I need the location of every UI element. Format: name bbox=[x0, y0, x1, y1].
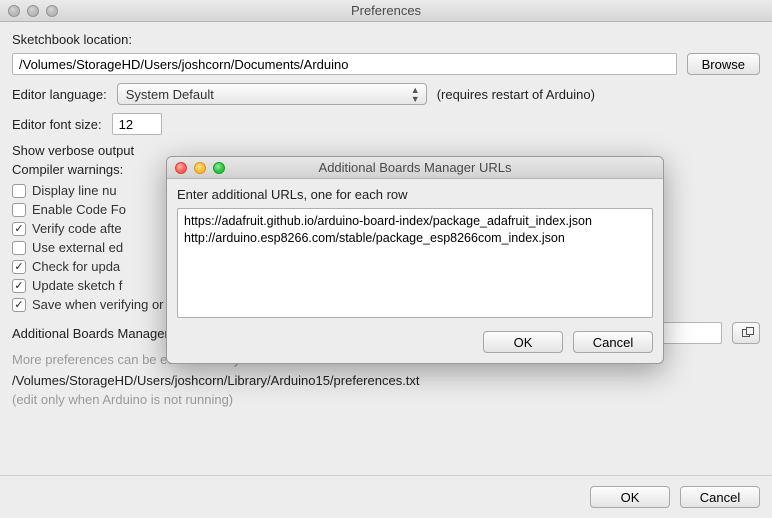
dialog-cancel-button[interactable]: Cancel bbox=[573, 331, 653, 353]
sketchbook-label: Sketchbook location: bbox=[12, 32, 760, 47]
boards-urls-expand-button[interactable] bbox=[732, 322, 760, 344]
window-titlebar: Preferences bbox=[0, 0, 772, 22]
main-footer: OK Cancel bbox=[0, 475, 772, 518]
dialog-instruction: Enter additional URLs, one for each row bbox=[177, 187, 653, 202]
dialog-title: Additional Boards Manager URLs bbox=[167, 160, 663, 175]
editor-font-size-input[interactable] bbox=[112, 113, 162, 135]
save-on-verify-checkbox[interactable] bbox=[12, 298, 26, 312]
cancel-button[interactable]: Cancel bbox=[680, 486, 760, 508]
additional-urls-textarea[interactable] bbox=[177, 208, 653, 318]
display-line-numbers-checkbox[interactable] bbox=[12, 184, 26, 198]
display-line-numbers-label: Display line nu bbox=[32, 183, 117, 198]
prefs-file-path: /Volumes/StorageHD/Users/joshcorn/Librar… bbox=[12, 373, 760, 388]
update-sketch-checkbox[interactable] bbox=[12, 279, 26, 293]
check-updates-checkbox[interactable] bbox=[12, 260, 26, 274]
editor-language-value: System Default bbox=[126, 87, 214, 102]
ok-button[interactable]: OK bbox=[590, 486, 670, 508]
dialog-titlebar: Additional Boards Manager URLs bbox=[167, 157, 663, 179]
sketchbook-path-input[interactable] bbox=[12, 53, 677, 75]
select-arrows-icon: ▲▼ bbox=[411, 86, 420, 104]
check-updates-label: Check for upda bbox=[32, 259, 120, 274]
verify-code-checkbox[interactable] bbox=[12, 222, 26, 236]
language-restart-hint: (requires restart of Arduino) bbox=[437, 87, 595, 102]
enable-code-folding-checkbox[interactable] bbox=[12, 203, 26, 217]
browse-button[interactable]: Browse bbox=[687, 53, 760, 75]
external-editor-label: Use external ed bbox=[32, 240, 123, 255]
editor-language-label: Editor language: bbox=[12, 87, 107, 102]
verify-code-label: Verify code afte bbox=[32, 221, 122, 236]
editor-font-size-label: Editor font size: bbox=[12, 117, 102, 132]
editor-language-select[interactable]: System Default ▲▼ bbox=[117, 83, 427, 105]
edit-only-hint: (edit only when Arduino is not running) bbox=[12, 392, 760, 407]
window-title: Preferences bbox=[0, 3, 772, 18]
compiler-warnings-label: Compiler warnings: bbox=[12, 162, 123, 177]
expand-icon bbox=[742, 329, 750, 337]
additional-urls-dialog: Additional Boards Manager URLs Enter add… bbox=[166, 156, 664, 364]
update-sketch-label: Update sketch f bbox=[32, 278, 122, 293]
dialog-ok-button[interactable]: OK bbox=[483, 331, 563, 353]
external-editor-checkbox[interactable] bbox=[12, 241, 26, 255]
enable-code-folding-label: Enable Code Fo bbox=[32, 202, 126, 217]
verbose-label: Show verbose output bbox=[12, 143, 134, 158]
